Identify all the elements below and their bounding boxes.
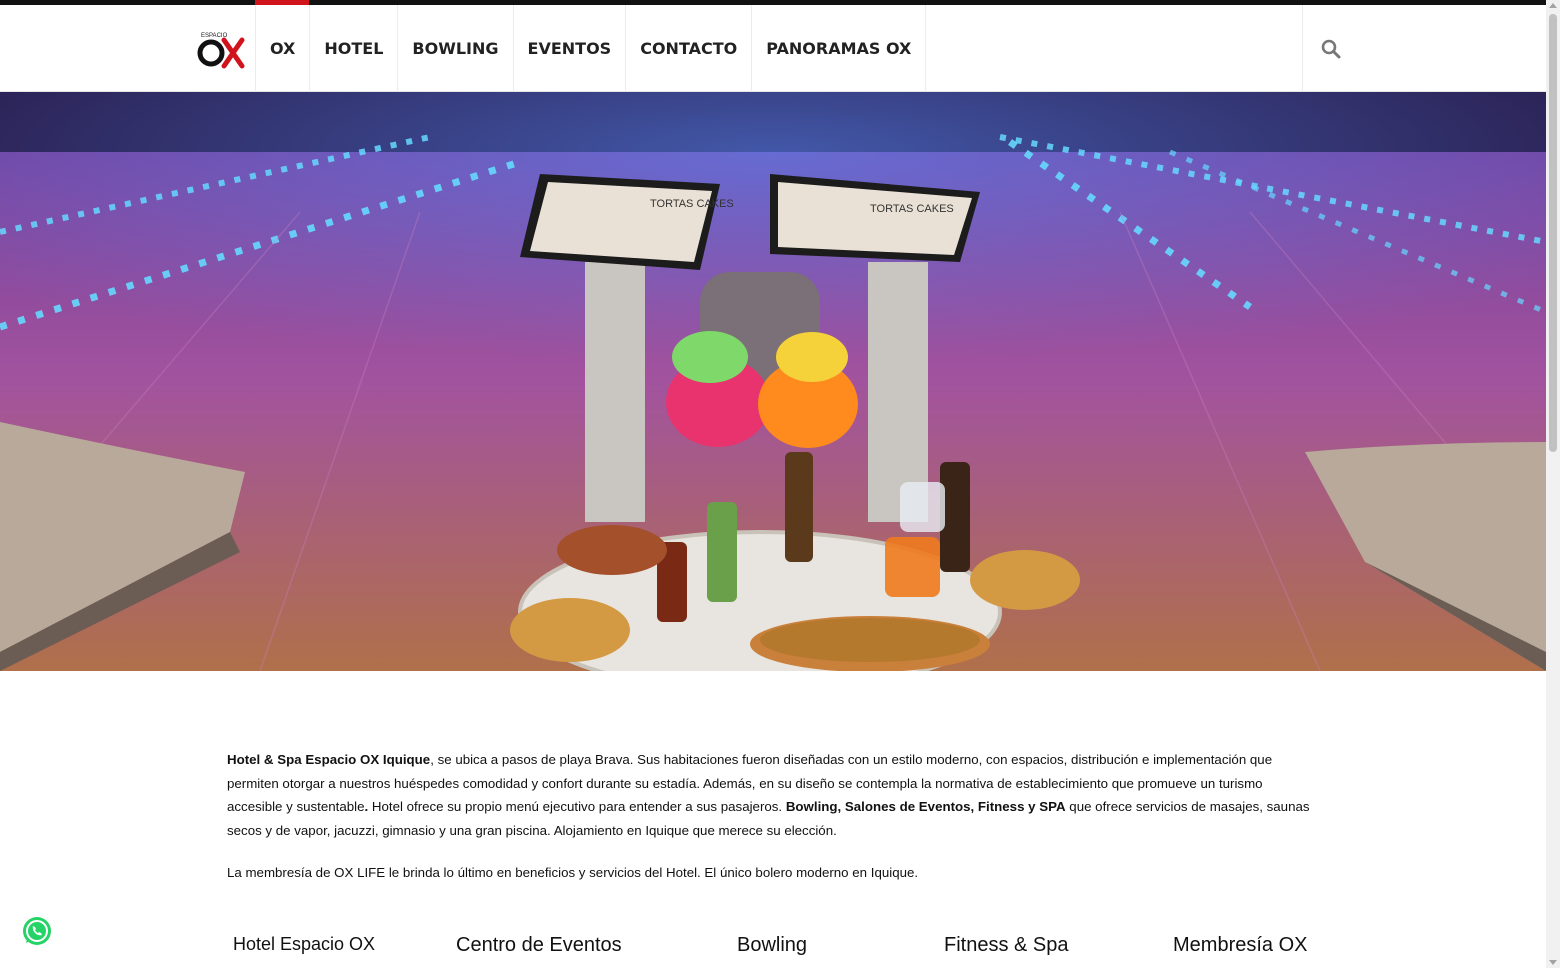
page-scrollbar[interactable] bbox=[1546, 0, 1560, 968]
nav-label: EVENTOS bbox=[527, 39, 612, 58]
whatsapp-icon bbox=[23, 917, 51, 945]
feature-fitness-spa[interactable]: Fitness & Spa bbox=[944, 934, 1069, 957]
nav-item-panoramas-ox[interactable]: PANORAMAS OX bbox=[751, 5, 927, 92]
feature-centro-de-eventos[interactable]: Centro de Eventos bbox=[456, 934, 622, 957]
feature-hotel-espacio-ox[interactable]: Hotel Espacio OX bbox=[233, 934, 375, 955]
scrollbar-thumb[interactable] bbox=[1549, 14, 1557, 452]
site-header: ESPACIO OX HOTEL BOWLING EVENTOS CONTACT… bbox=[0, 0, 1546, 92]
nav-item-hotel[interactable]: HOTEL bbox=[309, 5, 397, 92]
nav-item-bowling[interactable]: BOWLING bbox=[397, 5, 512, 92]
search-button[interactable] bbox=[1302, 5, 1358, 92]
intro-text: Hotel & Spa Espacio OX Iquique, se ubica… bbox=[227, 748, 1317, 885]
svg-text:TORTAS CAKES: TORTAS CAKES bbox=[650, 198, 734, 210]
main-nav: OX HOTEL BOWLING EVENTOS CONTACTO PANORA… bbox=[255, 0, 927, 92]
feature-membresia-ox[interactable]: Membresía OX bbox=[1173, 934, 1307, 957]
nav-item-ox[interactable]: OX bbox=[255, 0, 310, 92]
scroll-up-arrow-icon[interactable] bbox=[1549, 3, 1557, 8]
search-icon bbox=[1321, 39, 1340, 58]
nav-label: OX bbox=[270, 39, 296, 58]
intro-paragraph-2: La membresía de OX LIFE le brinda lo últ… bbox=[227, 865, 919, 880]
nav-item-eventos[interactable]: EVENTOS bbox=[512, 5, 626, 92]
whatsapp-button[interactable] bbox=[21, 915, 53, 947]
nav-label: BOWLING bbox=[412, 39, 499, 58]
intro-hotel-name: Hotel & Spa Espacio OX Iquique bbox=[227, 752, 431, 767]
intro-text-part: Hotel ofrece su propio menú ejecutivo pa… bbox=[368, 799, 786, 814]
feature-links: Hotel Espacio OX Centro de Eventos Bowli… bbox=[0, 930, 1546, 968]
bowling-scene-image: TORTAS CAKES TORTAS CAKES bbox=[0, 92, 1546, 671]
espacio-ox-logo[interactable]: ESPACIO bbox=[196, 29, 248, 69]
nav-label: HOTEL bbox=[324, 39, 384, 58]
nav-label: PANORAMAS OX bbox=[766, 39, 912, 58]
nav-label: CONTACTO bbox=[640, 39, 738, 58]
scroll-down-arrow-icon[interactable] bbox=[1549, 960, 1557, 965]
feature-bowling[interactable]: Bowling bbox=[737, 934, 807, 957]
intro-paragraph-1: Hotel & Spa Espacio OX Iquique, se ubica… bbox=[227, 748, 1317, 842]
svg-text:TORTAS CAKES: TORTAS CAKES bbox=[870, 203, 954, 215]
hero-slider: TORTAS CAKES TORTAS CAKES bbox=[0, 92, 1546, 671]
intro-services: Bowling, Salones de Eventos, Fitness y S… bbox=[785, 799, 1066, 814]
nav-item-contacto[interactable]: CONTACTO bbox=[625, 5, 751, 92]
